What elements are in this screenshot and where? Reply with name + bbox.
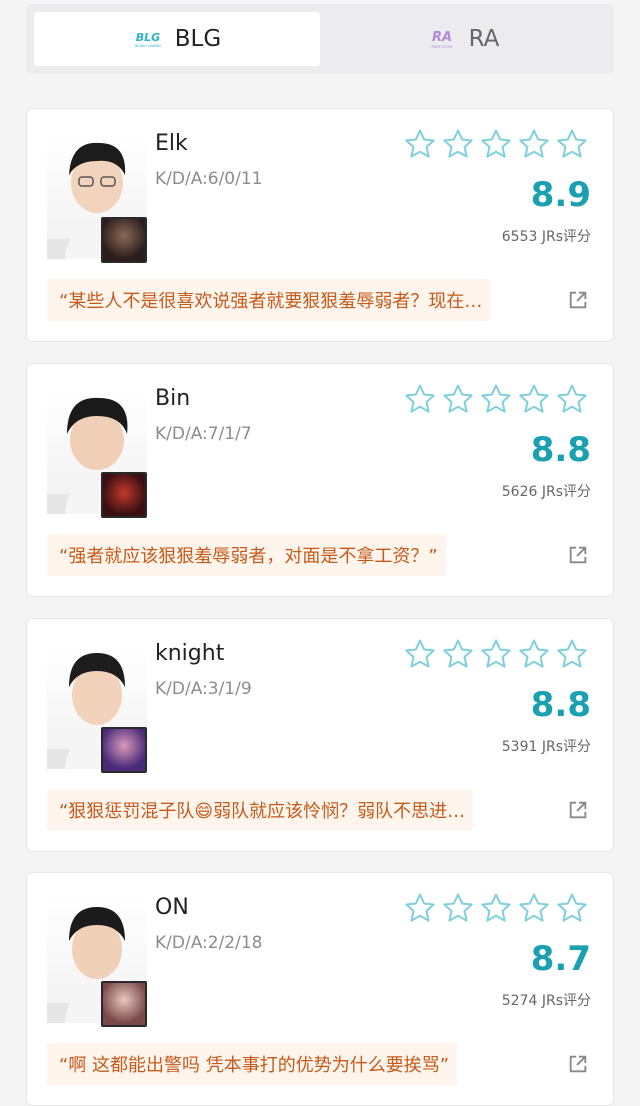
star-icon[interactable] (517, 891, 551, 925)
star-icon[interactable] (403, 382, 437, 416)
player-score: 8.8 (530, 685, 591, 725)
star-icon[interactable] (403, 891, 437, 925)
tab-ra[interactable]: RA RARE ATOM RA (320, 12, 606, 66)
star-icon[interactable] (555, 382, 589, 416)
share-icon[interactable] (567, 799, 589, 821)
player-avatar (47, 131, 147, 263)
team-tabs: BLG BILIBILI GAMING BLG RA RARE ATOM RA (26, 4, 614, 74)
star-icon[interactable] (555, 637, 589, 671)
svg-text:RA: RA (432, 30, 452, 45)
player-kda: K/D/A:3/1/9 (155, 679, 252, 699)
player-name: knight (155, 641, 225, 666)
player-card[interactable]: ON K/D/A:2/2/18 8.7 5274 JRs评分 “啊 这都能出警吗… (26, 872, 614, 1106)
svg-text:BLG: BLG (136, 31, 160, 44)
star-rating[interactable] (403, 382, 589, 416)
star-icon[interactable] (479, 637, 513, 671)
player-name: Elk (155, 131, 188, 156)
star-rating[interactable] (403, 637, 589, 671)
player-avatar (47, 386, 147, 518)
star-icon[interactable] (441, 382, 475, 416)
svg-text:BILIBILI GAMING: BILIBILI GAMING (135, 44, 161, 48)
star-icon[interactable] (555, 127, 589, 161)
star-icon[interactable] (403, 127, 437, 161)
player-kda: K/D/A:2/2/18 (155, 933, 263, 953)
top-comment[interactable]: “狠狠惩罚混子队😄弱队就应该怜悯？弱队不思进… (47, 789, 474, 831)
share-icon[interactable] (567, 1053, 589, 1075)
rating-count: 5626 JRs评分 (501, 484, 591, 500)
champion-icon (101, 472, 147, 518)
rating-count: 5391 JRs评分 (501, 739, 591, 755)
star-icon[interactable] (517, 637, 551, 671)
player-card[interactable]: Bin K/D/A:7/1/7 8.8 5626 JRs评分 “强者就应该狠狠羞… (26, 363, 614, 597)
champion-icon (101, 727, 147, 773)
star-icon[interactable] (479, 127, 513, 161)
player-score: 8.9 (530, 175, 591, 215)
tab-blg-label: BLG (174, 26, 222, 52)
champion-icon (101, 981, 147, 1027)
player-name: ON (155, 895, 189, 920)
player-name: Bin (155, 386, 191, 411)
top-comment[interactable]: “啊 这都能出警吗 凭本事打的优势为什么要挨骂” (47, 1043, 458, 1085)
ra-logo-icon: RA RARE ATOM (427, 27, 457, 51)
player-score: 8.7 (530, 939, 591, 979)
player-avatar (47, 641, 147, 773)
star-icon[interactable] (441, 637, 475, 671)
player-kda: K/D/A:6/0/11 (155, 169, 263, 189)
tab-blg[interactable]: BLG BILIBILI GAMING BLG (34, 12, 320, 66)
star-rating[interactable] (403, 891, 589, 925)
champion-icon (101, 217, 147, 263)
rating-count: 6553 JRs评分 (501, 229, 591, 245)
tab-ra-label: RA (468, 26, 500, 52)
rating-count: 5274 JRs评分 (501, 993, 591, 1009)
top-comment[interactable]: “强者就应该狠狠羞辱弱者，对面是不拿工资？” (47, 534, 446, 576)
star-icon[interactable] (555, 891, 589, 925)
star-icon[interactable] (403, 637, 437, 671)
star-icon[interactable] (441, 891, 475, 925)
star-icon[interactable] (479, 382, 513, 416)
svg-text:RARE ATOM: RARE ATOM (431, 45, 452, 49)
share-icon[interactable] (567, 289, 589, 311)
star-icon[interactable] (517, 382, 551, 416)
share-icon[interactable] (567, 544, 589, 566)
player-kda: K/D/A:7/1/7 (155, 424, 252, 444)
star-icon[interactable] (479, 891, 513, 925)
star-icon[interactable] (517, 127, 551, 161)
player-avatar (47, 895, 147, 1027)
top-comment[interactable]: “某些人不是很喜欢说强者就要狠狠羞辱弱者？现在… (47, 279, 491, 321)
star-icon[interactable] (441, 127, 475, 161)
player-score: 8.8 (530, 430, 591, 470)
player-card[interactable]: Elk K/D/A:6/0/11 8.9 6553 JRs评分 “某些人不是很喜… (26, 108, 614, 342)
star-rating[interactable] (403, 127, 589, 161)
blg-logo-icon: BLG BILIBILI GAMING (133, 29, 163, 49)
player-card[interactable]: knight K/D/A:3/1/9 8.8 5391 JRs评分 “狠狠惩罚混… (26, 618, 614, 852)
